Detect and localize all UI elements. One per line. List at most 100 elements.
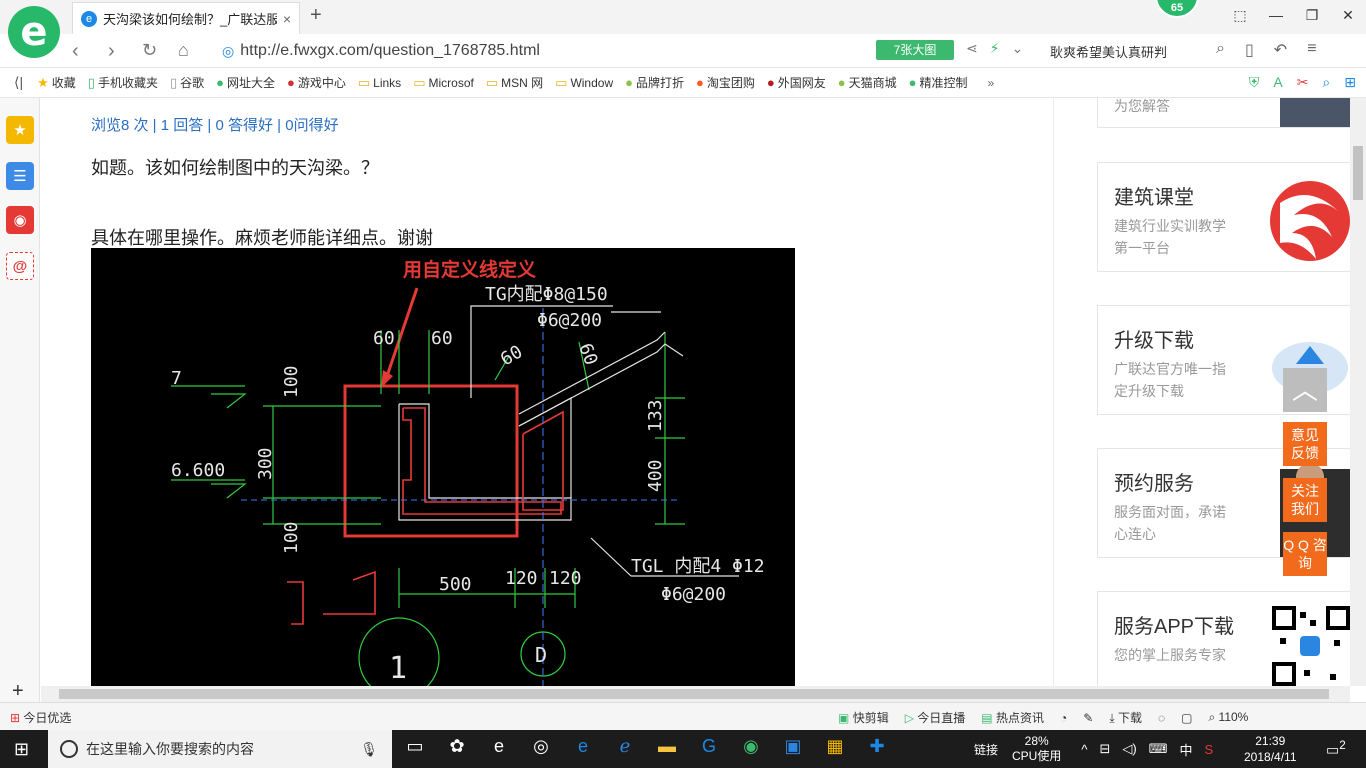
app-icon[interactable]: ✚	[866, 736, 888, 757]
bookmark-item[interactable]: ★ 收藏	[37, 74, 76, 91]
windows-start-icon[interactable]: ⊞	[14, 739, 29, 760]
clock[interactable]: 21:39 2018/4/11	[1244, 733, 1297, 765]
service-card-app[interactable]: 服务APP下载 您的掌上服务专家	[1097, 591, 1350, 686]
phone-icon[interactable]: ▯	[1245, 40, 1254, 60]
shield-icon[interactable]: ⛨	[1249, 74, 1260, 91]
live-button[interactable]: ▷ 今日直播	[905, 709, 966, 726]
file-explorer-icon[interactable]: ▬	[656, 736, 678, 757]
pin-icon[interactable]: ✎	[1083, 711, 1093, 725]
task-view-icon[interactable]: ▭	[404, 736, 426, 757]
bookmark-item[interactable]: ● 网址大全	[216, 74, 275, 91]
zoom-label: 110%	[1218, 710, 1249, 724]
bookmark-item[interactable]: ▭ Links	[358, 75, 401, 91]
weibo-icon[interactable]: ◉	[6, 206, 34, 234]
big-image-button[interactable]: 7张大图	[876, 40, 954, 60]
bookmark-item[interactable]: ● 天猫商城	[838, 74, 897, 91]
notification-badge[interactable]: 65	[1155, 0, 1199, 18]
app-icon[interactable]: G	[698, 736, 720, 757]
dim-500: 500	[439, 574, 472, 595]
home-icon[interactable]: ⌂	[178, 40, 189, 61]
links-toolbar[interactable]: 链接	[974, 741, 998, 758]
news-button[interactable]: ▤ 热点资讯	[981, 709, 1044, 726]
skin-icon[interactable]: ⬚	[1222, 0, 1258, 30]
question-stats[interactable]: 浏览8 次 | 1 回答 | 0 答得好 | 0问得好	[91, 114, 339, 135]
bookmark-item[interactable]: ● 游戏中心	[287, 74, 346, 91]
dim-60-left: 60	[373, 328, 395, 349]
edge-browser-icon[interactable]: e	[572, 736, 594, 757]
minimize-button[interactable]: —	[1258, 0, 1294, 30]
keyboard-icon[interactable]: ⌨	[1149, 741, 1168, 757]
bookmark-item[interactable]: ● 外国网友	[767, 74, 826, 91]
microphone-icon[interactable]: 🎙	[360, 741, 378, 758]
forward-icon[interactable]: ›	[108, 40, 115, 63]
horizontal-scrollbar[interactable]	[41, 686, 1350, 702]
maximize-button[interactable]: ❐	[1294, 0, 1330, 30]
feedback-button[interactable]: 意见 反馈	[1283, 422, 1327, 466]
browser-logo-icon[interactable]: e	[8, 6, 60, 58]
bookmark-label: Window	[570, 75, 614, 90]
mail-icon[interactable]: @	[6, 252, 34, 280]
volume-icon[interactable]: ◁)	[1122, 741, 1136, 757]
search-icon[interactable]: ⌕	[1216, 40, 1225, 60]
download-button[interactable]: ⤓ 下载	[1109, 709, 1142, 726]
lightning-icon[interactable]: ⚡	[990, 40, 1000, 57]
chevron-up-icon[interactable]: ^	[1081, 742, 1087, 757]
app-icon[interactable]: ✿	[446, 736, 468, 757]
share-icon[interactable]: ⋖	[966, 40, 978, 57]
close-tab-icon[interactable]: ×	[283, 11, 291, 27]
ie-icon[interactable]: ℯ	[614, 736, 636, 757]
bookmarks-toggle-icon[interactable]: ⟨|	[14, 74, 23, 91]
bookmark-item[interactable]: ▭ Microsof	[413, 75, 474, 91]
app-icon[interactable]: ◎	[530, 736, 552, 757]
sogou-icon[interactable]: S	[1204, 742, 1213, 757]
scissors-icon[interactable]: ✂	[1297, 74, 1309, 91]
network-icon[interactable]: ⊟	[1099, 741, 1110, 757]
cpu-usage[interactable]: 28% CPU使用	[1012, 734, 1061, 764]
notes-icon[interactable]: ▦	[824, 736, 846, 757]
bookmarks-more-icon[interactable]: »	[988, 76, 995, 90]
window-icon[interactable]: ▢	[1181, 711, 1192, 725]
today-picks[interactable]: ⊞ 今日优选	[10, 709, 71, 726]
add-sidebar-icon[interactable]: +	[12, 680, 24, 703]
back-icon[interactable]: ‹	[72, 40, 79, 63]
scroll-thumb[interactable]	[59, 689, 1329, 699]
clean-icon[interactable]: ◌	[1158, 711, 1165, 725]
follow-button[interactable]: 关注 我们	[1283, 478, 1327, 522]
speed-icon[interactable]: ◔	[1060, 711, 1067, 725]
bookmark-item[interactable]: ▭ Window	[555, 75, 613, 91]
scroll-thumb[interactable]	[1353, 146, 1363, 200]
ime-indicator[interactable]: 中	[1179, 740, 1192, 759]
search-box[interactable]: 耿爽希望美认真研判	[1050, 42, 1167, 61]
quick-edit-button[interactable]: ▣ 快剪辑	[838, 709, 889, 726]
translate-icon[interactable]: A	[1273, 74, 1282, 91]
card-desc: 为您解答	[1114, 98, 1170, 114]
search-icon[interactable]: ⌕	[1322, 74, 1330, 91]
zoom-level[interactable]: ⌕ 110%	[1208, 710, 1248, 725]
grid-icon[interactable]: ⊞	[1344, 74, 1356, 91]
service-card-answer[interactable]: 为您解答	[1097, 98, 1350, 128]
notification-center-icon[interactable]: ▭2	[1326, 739, 1346, 759]
bookmark-item[interactable]: ▯ 谷歌	[170, 74, 204, 91]
bookmark-item[interactable]: ▭ MSN 网	[486, 74, 543, 91]
refresh-icon[interactable]: ↻	[142, 40, 157, 61]
new-tab-button[interactable]: +	[310, 4, 322, 27]
reader-icon[interactable]: ☰	[6, 162, 34, 190]
360-browser-icon[interactable]: ◉	[740, 736, 762, 757]
browser-tab[interactable]: e 天沟梁该如何绘制？_广联达服务 ×	[72, 2, 300, 34]
bookmark-item[interactable]: ● 精准控制	[909, 74, 968, 91]
bookmark-item[interactable]: ● 淘宝团购	[696, 74, 755, 91]
service-card-course[interactable]: 建筑课堂 建筑行业实训教学第一平台	[1097, 162, 1350, 272]
bookmark-item[interactable]: ▯ 手机收藏夹	[88, 74, 158, 91]
menu-icon[interactable]: ≡	[1307, 40, 1316, 60]
undo-icon[interactable]: ↶	[1274, 40, 1287, 60]
app-icon[interactable]: ▣	[782, 736, 804, 757]
qq-consult-button[interactable]: Q Q 咨询	[1283, 532, 1327, 576]
back-to-top-button[interactable]: ︿	[1283, 368, 1327, 412]
vertical-scrollbar[interactable]	[1350, 98, 1366, 686]
close-window-button[interactable]: ✕	[1330, 0, 1366, 30]
taskbar-search[interactable]: 在这里输入你要搜索的内容 🎙	[48, 730, 392, 768]
bookmark-item[interactable]: ● 品牌打折	[625, 74, 684, 91]
favorites-icon[interactable]: ★	[6, 116, 34, 144]
edge-icon[interactable]: e	[488, 736, 510, 757]
chevron-down-icon[interactable]: ⌄	[1012, 40, 1024, 57]
